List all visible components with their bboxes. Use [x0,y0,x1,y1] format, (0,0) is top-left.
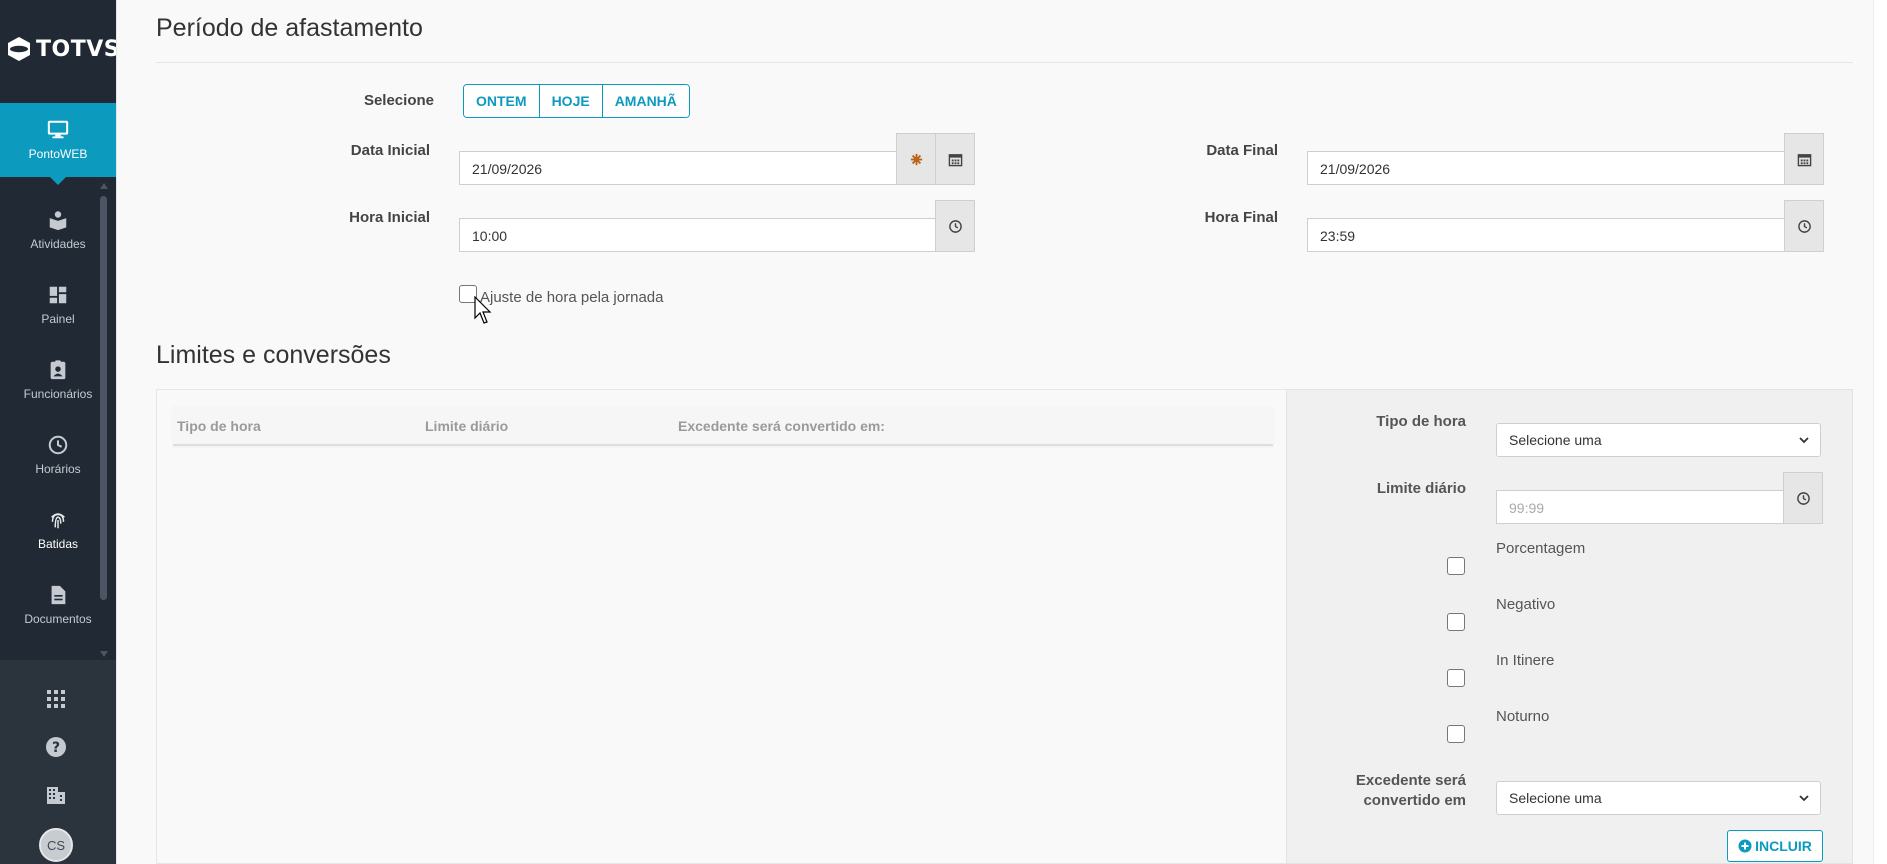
data-final-label: Data Final [1206,142,1278,159]
sidebar-item-batidas[interactable]: Batidas [0,493,116,567]
column-limite-diario[interactable]: Limite diário [425,418,508,434]
negativo-checkbox[interactable] [1447,613,1465,631]
sidebar-item-pontoweb[interactable]: PontoWEB [0,103,116,185]
calendar-icon [948,153,962,166]
sidebar-item-label: Documentos [24,612,92,626]
data-inicial-calendar-button[interactable] [935,133,975,185]
excedente-label-line1: Excedente será [1355,772,1466,789]
quick-date-buttons: ONTEM HOJE AMANHÃ [463,84,690,118]
building-icon[interactable] [45,784,67,806]
select-label: Selecione [363,92,434,109]
hora-final-clock-button[interactable] [1784,200,1824,252]
incluir-label: INCLUIR [1755,838,1812,854]
totvs-logo-icon [8,37,30,61]
porcentagem-checkbox[interactable] [1447,557,1465,575]
data-final-calendar-button[interactable] [1784,133,1824,185]
section-title-limites: Limites e conversões [156,341,391,369]
plus-circle-icon [1738,839,1752,853]
clock-icon [1796,491,1810,505]
section-title-periodo: Período de afastamento [156,14,423,42]
data-inicial-label: Data Inicial [350,142,430,159]
amanha-button[interactable]: AMANHÃ [601,85,689,117]
excedente-selected: Selecione uma [1509,790,1602,806]
sidebar-item-painel[interactable]: Painel [0,268,116,342]
limite-diario-input[interactable]: 99:99 [1496,490,1784,524]
ajuste-hora-label: Ajuste de hora pela jornada [480,289,664,306]
main-scrollbar[interactable] [1873,0,1887,864]
hora-inicial-label: Hora Inicial [349,209,430,226]
negativo-label: Negativo [1496,596,1556,613]
data-final-input[interactable]: 21/09/2026 [1307,151,1785,185]
help-icon[interactable]: ? [45,736,67,758]
svg-text:?: ? [52,740,60,756]
column-tipo-hora[interactable]: Tipo de hora [177,418,261,434]
column-excedente[interactable]: Excedente será convertido em: [678,418,885,434]
sidebar-item-label: Painel [41,312,75,326]
sidebar: TOTVS PontoWEB Atividades Painel Funcion… [0,0,120,864]
tipo-hora-label: Tipo de hora [1376,413,1466,430]
ontem-button[interactable]: ONTEM [464,85,539,117]
table-header: Tipo de hora Limite diário Excedente ser… [173,406,1273,446]
sidebar-scrollbar[interactable] [100,196,107,600]
sidebar-item-horarios[interactable]: Horários [0,418,116,492]
document-icon [51,585,66,605]
noturno-label: Noturno [1496,708,1550,725]
sidebar-item-label: PontoWEB [28,147,88,161]
apps-grid-icon[interactable] [45,688,67,710]
dashboard-icon [49,286,67,304]
hoje-button[interactable]: HOJE [538,85,602,117]
asterisk-icon [910,153,922,165]
sidebar-scroll-up[interactable] [100,183,108,189]
activities-icon [49,211,67,231]
tipo-hora-select[interactable]: Selecione uma [1496,423,1821,457]
limite-clock-button[interactable] [1783,472,1823,524]
totvs-logo[interactable]: TOTVS [6,36,120,62]
hora-final-input[interactable]: 23:59 [1307,218,1785,252]
tipo-hora-selected: Selecione uma [1509,432,1602,448]
incluir-button[interactable]: INCLUIR [1727,830,1823,862]
monitor-icon [47,120,69,139]
mouse-cursor-icon [474,296,492,324]
in-itinere-checkbox[interactable] [1447,669,1465,687]
porcentagem-label: Porcentagem [1496,540,1586,557]
sidebar-item-funcionarios[interactable]: Funcionários [0,343,116,417]
excedente-select[interactable]: Selecione uma [1496,781,1821,815]
data-inicial-input[interactable]: 21/09/2026 [459,151,897,185]
excedente-label: Excedente será convertido em [1330,771,1466,811]
sidebar-item-documentos[interactable]: Documentos [0,568,116,642]
clock-icon [1797,219,1811,233]
section-divider [156,62,1853,63]
sidebar-item-label: Atividades [30,237,86,251]
fingerprint-icon [51,513,65,529]
excedente-label-line2: convertido em [1363,792,1466,809]
clock-icon [48,435,68,455]
chevron-down-icon [1799,437,1809,444]
hora-final-label: Hora Final [1204,209,1278,226]
noturno-checkbox[interactable] [1447,725,1465,743]
hora-inicial-input[interactable]: 10:00 [459,218,936,252]
calendar-icon [1797,153,1811,166]
limite-diario-label: Limite diário [1376,480,1466,497]
avatar[interactable]: CS [39,828,73,862]
sidebar-item-label: Funcionários [23,387,93,401]
in-itinere-label: In Itinere [1496,652,1555,669]
sidebar-item-atividades[interactable]: Atividades [0,193,116,267]
chevron-down-icon [1799,795,1809,802]
hora-inicial-clock-button[interactable] [935,200,975,252]
clock-icon [948,219,962,233]
brand-name: TOTVS [36,36,121,62]
limites-table-panel: Tipo de hora Limite diário Excedente ser… [156,389,1287,864]
sidebar-scroll-down[interactable] [100,651,108,657]
sidebar-item-label: Batidas [37,537,79,551]
badge-icon [50,360,66,380]
sidebar-item-label: Horários [35,462,81,476]
clear-date-button[interactable] [896,133,936,185]
